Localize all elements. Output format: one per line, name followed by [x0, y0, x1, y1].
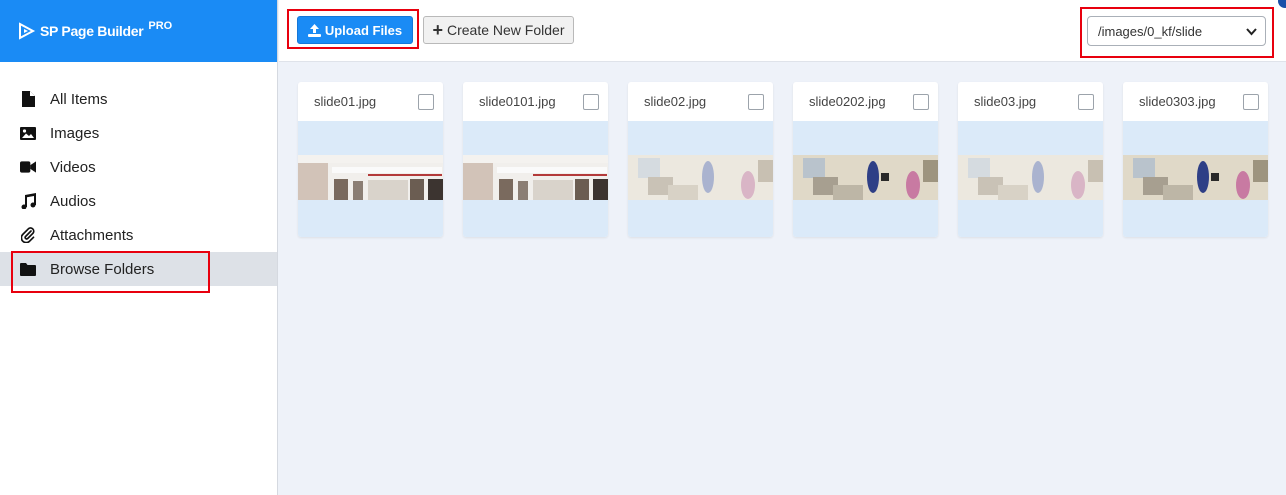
- folder-icon: [20, 261, 36, 277]
- video-icon: [20, 159, 36, 175]
- file-thumbnail: [298, 155, 443, 200]
- sidebar-item-label: Videos: [50, 158, 96, 176]
- sidebar-item-label: Images: [50, 124, 100, 142]
- image-icon: [20, 125, 36, 141]
- create-folder-button[interactable]: + Create New Folder: [423, 16, 574, 44]
- file-select-checkbox[interactable]: [748, 93, 764, 110]
- file-card[interactable]: slide0101.jpg: [463, 82, 608, 237]
- file-name: slide0101.jpg: [479, 94, 556, 109]
- file-card[interactable]: slide0303.jpg: [1123, 82, 1268, 237]
- sidebar-item-images[interactable]: Images: [0, 116, 277, 150]
- corner-indicator: [1278, 0, 1286, 8]
- brand-name: SP Page Builder: [40, 23, 144, 39]
- file-select-checkbox[interactable]: [583, 93, 599, 110]
- file-name: slide0202.jpg: [809, 94, 886, 109]
- file-thumbnail: [463, 155, 608, 200]
- file-grid: slide01.jpg slide0101.jpg slide02.jpg sl…: [298, 82, 1268, 237]
- file-card[interactable]: slide01.jpg: [298, 82, 443, 237]
- file-thumbnail: [958, 155, 1103, 200]
- file-name: slide01.jpg: [314, 94, 377, 109]
- upload-files-button[interactable]: Upload Files: [297, 16, 413, 44]
- sidebar-item-browse-folders[interactable]: Browse Folders: [0, 252, 277, 286]
- file-card[interactable]: slide02.jpg: [628, 82, 773, 237]
- file-card[interactable]: slide03.jpg: [958, 82, 1103, 237]
- sidebar-item-label: Audios: [50, 192, 96, 210]
- file-name: slide03.jpg: [974, 94, 1037, 109]
- file-thumbnail: [628, 155, 773, 200]
- create-folder-label: Create New Folder: [447, 22, 565, 38]
- sidebar-item-label: All Items: [50, 90, 108, 108]
- paperclip-icon: [20, 227, 36, 243]
- music-icon: [20, 193, 36, 209]
- file-select-checkbox[interactable]: [1243, 93, 1259, 110]
- sidebar-nav: All Items Images Videos Audios Attachmen…: [0, 82, 277, 286]
- file-name: slide02.jpg: [644, 94, 707, 109]
- sidebar-item-attachments[interactable]: Attachments: [0, 218, 277, 252]
- file-select-checkbox[interactable]: [1078, 93, 1094, 110]
- brand-badge: PRO: [148, 20, 173, 32]
- file-card[interactable]: slide0202.jpg: [793, 82, 938, 237]
- folder-path-value: /images/0_kf/slide: [1098, 23, 1203, 39]
- brand-logo-icon: [19, 22, 36, 40]
- plus-icon: +: [432, 20, 443, 40]
- file-select-checkbox[interactable]: [418, 93, 434, 110]
- file-select-checkbox[interactable]: [913, 93, 929, 110]
- upload-icon: [307, 23, 321, 37]
- chevron-down-icon: [1246, 28, 1257, 36]
- upload-files-label: Upload Files: [324, 22, 403, 38]
- file-icon: [20, 91, 36, 107]
- folder-path-select[interactable]: /images/0_kf/slide: [1087, 16, 1266, 46]
- toolbar: Upload Files + Create New Folder /images…: [279, 0, 1286, 62]
- sidebar-item-label: Browse Folders: [50, 260, 155, 278]
- brand-header[interactable]: SP Page Builder PRO: [0, 0, 277, 62]
- file-thumbnail: [793, 155, 938, 200]
- sidebar-item-audios[interactable]: Audios: [0, 184, 277, 218]
- sidebar-item-videos[interactable]: Videos: [0, 150, 277, 184]
- sidebar-item-all-items[interactable]: All Items: [0, 82, 277, 116]
- file-name: slide0303.jpg: [1139, 94, 1216, 109]
- sidebar: SP Page Builder PRO All Items Images Vid…: [0, 0, 278, 495]
- file-thumbnail: [1123, 155, 1268, 200]
- sidebar-item-label: Attachments: [50, 226, 134, 244]
